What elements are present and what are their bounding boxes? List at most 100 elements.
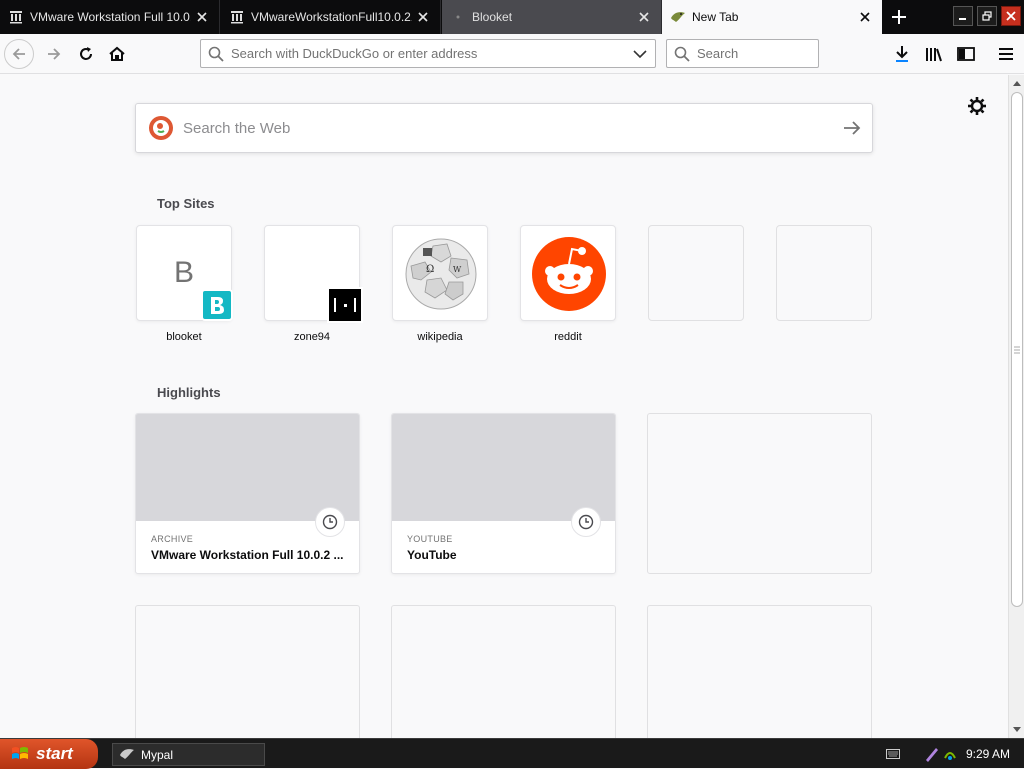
system-tray: 9:29 AM <box>880 739 1024 769</box>
pen-icon[interactable] <box>924 746 940 762</box>
mypal-icon <box>670 9 686 25</box>
taskbar-item-mypal[interactable]: Mypal <box>112 743 265 766</box>
tab-title: New Tab <box>692 10 739 24</box>
gear-icon[interactable] <box>966 95 988 117</box>
back-arrow-icon <box>12 48 25 60</box>
scroll-down-arrow-icon[interactable] <box>1009 722 1024 738</box>
highlight-card-empty <box>647 413 872 574</box>
home-icon <box>109 46 125 61</box>
close-window-button[interactable] <box>1001 6 1021 26</box>
clock-icon <box>571 507 601 537</box>
scroll-up-arrow-icon[interactable] <box>1009 75 1024 91</box>
highlight-source: YOUTUBE <box>407 534 453 544</box>
tab-new-tab[interactable]: New Tab <box>662 0 882 34</box>
hamburger-icon <box>999 48 1013 60</box>
top-site-wikipedia[interactable]: Ω W <box>392 225 488 321</box>
downloads-button[interactable] <box>886 38 918 70</box>
taskbar: start Mypal 9:29 AM <box>0 738 1024 769</box>
close-icon[interactable] <box>633 6 655 28</box>
highlights-title: Highlights <box>157 385 221 400</box>
library-button[interactable] <box>918 38 950 70</box>
navigation-toolbar: Search with DuckDuckGo or enter address … <box>0 34 1024 74</box>
network-icon[interactable] <box>942 746 958 762</box>
chevron-down-icon[interactable] <box>625 49 655 59</box>
reload-icon <box>80 47 92 60</box>
tile-letter: B <box>173 256 194 289</box>
clock-icon <box>315 507 345 537</box>
close-icon[interactable] <box>412 6 434 28</box>
blank-icon <box>450 9 466 25</box>
web-search-box[interactable]: Search the Web <box>135 103 873 153</box>
restore-button[interactable] <box>977 6 997 26</box>
taskbar-item-label: Mypal <box>141 747 174 762</box>
tab-blooket[interactable]: Blooket <box>442 0 662 34</box>
highlight-title: VMware Workstation Full 10.0.2 ... <box>151 548 344 562</box>
top-site-empty[interactable] <box>776 225 872 321</box>
forward-arrow-icon <box>48 48 61 60</box>
wikipedia-globe-icon: Ω W <box>403 236 479 317</box>
close-icon[interactable] <box>854 6 876 28</box>
plus-icon <box>892 10 906 24</box>
reload-button[interactable] <box>70 38 102 70</box>
address-bar[interactable]: Search with DuckDuckGo or enter address <box>200 39 656 68</box>
close-icon <box>1006 11 1016 21</box>
zone94-logo-icon <box>327 287 363 323</box>
restore-icon <box>982 11 992 21</box>
start-label: start <box>36 744 73 763</box>
start-button[interactable]: start <box>0 739 98 769</box>
taskbar-clock: 9:29 AM <box>966 747 1011 761</box>
top-site-label: wikipedia <box>417 331 463 343</box>
search-icon <box>667 46 697 62</box>
top-site-label: blooket <box>166 331 202 343</box>
arrow-right-icon[interactable] <box>832 120 872 136</box>
home-button[interactable] <box>101 38 133 70</box>
svg-text:Ω: Ω <box>426 264 434 275</box>
windows-flag-icon <box>10 744 30 764</box>
highlight-thumbnail <box>392 414 615 521</box>
highlight-title: YouTube <box>407 548 457 562</box>
vertical-scrollbar[interactable] <box>1008 75 1024 738</box>
search-icon <box>201 46 231 62</box>
top-site-blooket[interactable]: B <box>136 225 233 321</box>
download-icon <box>896 46 908 62</box>
web-search-input[interactable]: Search the Web <box>183 120 832 137</box>
highlight-card-youtube[interactable]: YOUTUBE YouTube <box>391 413 616 574</box>
address-input[interactable]: Search with DuckDuckGo or enter address <box>231 46 625 61</box>
search-bar[interactable]: Search <box>666 39 819 68</box>
tab-strip: VMware Workstation Full 10.0.2 ... VMwar… <box>0 0 1024 34</box>
search-input[interactable]: Search <box>697 46 738 61</box>
highlight-thumbnail <box>136 414 359 521</box>
svg-text:W: W <box>453 265 462 274</box>
close-icon[interactable] <box>191 6 213 28</box>
tab-title: Blooket <box>472 10 513 24</box>
tab-title: VMware Workstation Full 10.0.2 ... <box>30 10 191 24</box>
library-icon <box>926 48 942 62</box>
top-site-reddit[interactable] <box>520 225 616 321</box>
tab-title: VMwareWorkstationFull10.0.217… <box>251 10 412 24</box>
duckduckgo-icon <box>149 116 173 140</box>
highlight-card-archive[interactable]: ARCHIVE VMware Workstation Full 10.0.2 .… <box>135 413 360 574</box>
sidebar-button[interactable] <box>950 38 982 70</box>
top-site-label: reddit <box>554 331 582 343</box>
highlight-source: ARCHIVE <box>151 534 194 544</box>
minimize-icon <box>959 18 966 20</box>
tab-vmware-1[interactable]: VMware Workstation Full 10.0.2 ... <box>0 0 220 34</box>
reddit-logo-icon <box>532 237 606 316</box>
top-site-empty[interactable] <box>648 225 744 321</box>
archive-icon <box>8 9 24 25</box>
forward-button[interactable] <box>38 38 70 70</box>
mypal-icon <box>119 747 135 763</box>
top-site-zone94[interactable] <box>264 225 363 323</box>
back-button[interactable] <box>4 39 34 69</box>
sidebar-icon <box>957 47 975 61</box>
top-sites-title: Top Sites <box>157 196 215 211</box>
new-tab-page: Search the Web Top Sites B blooket zone9… <box>0 75 1008 766</box>
minimize-button[interactable] <box>953 6 973 26</box>
top-site-label: zone94 <box>293 331 331 343</box>
new-tab-button[interactable] <box>884 2 914 32</box>
blooket-logo-icon <box>201 289 233 321</box>
menu-button[interactable] <box>990 38 1022 70</box>
keyboard-icon[interactable] <box>886 746 902 762</box>
tab-vmware-2[interactable]: VMwareWorkstationFull10.0.217… <box>221 0 441 34</box>
scrollbar-thumb[interactable] <box>1011 92 1023 607</box>
